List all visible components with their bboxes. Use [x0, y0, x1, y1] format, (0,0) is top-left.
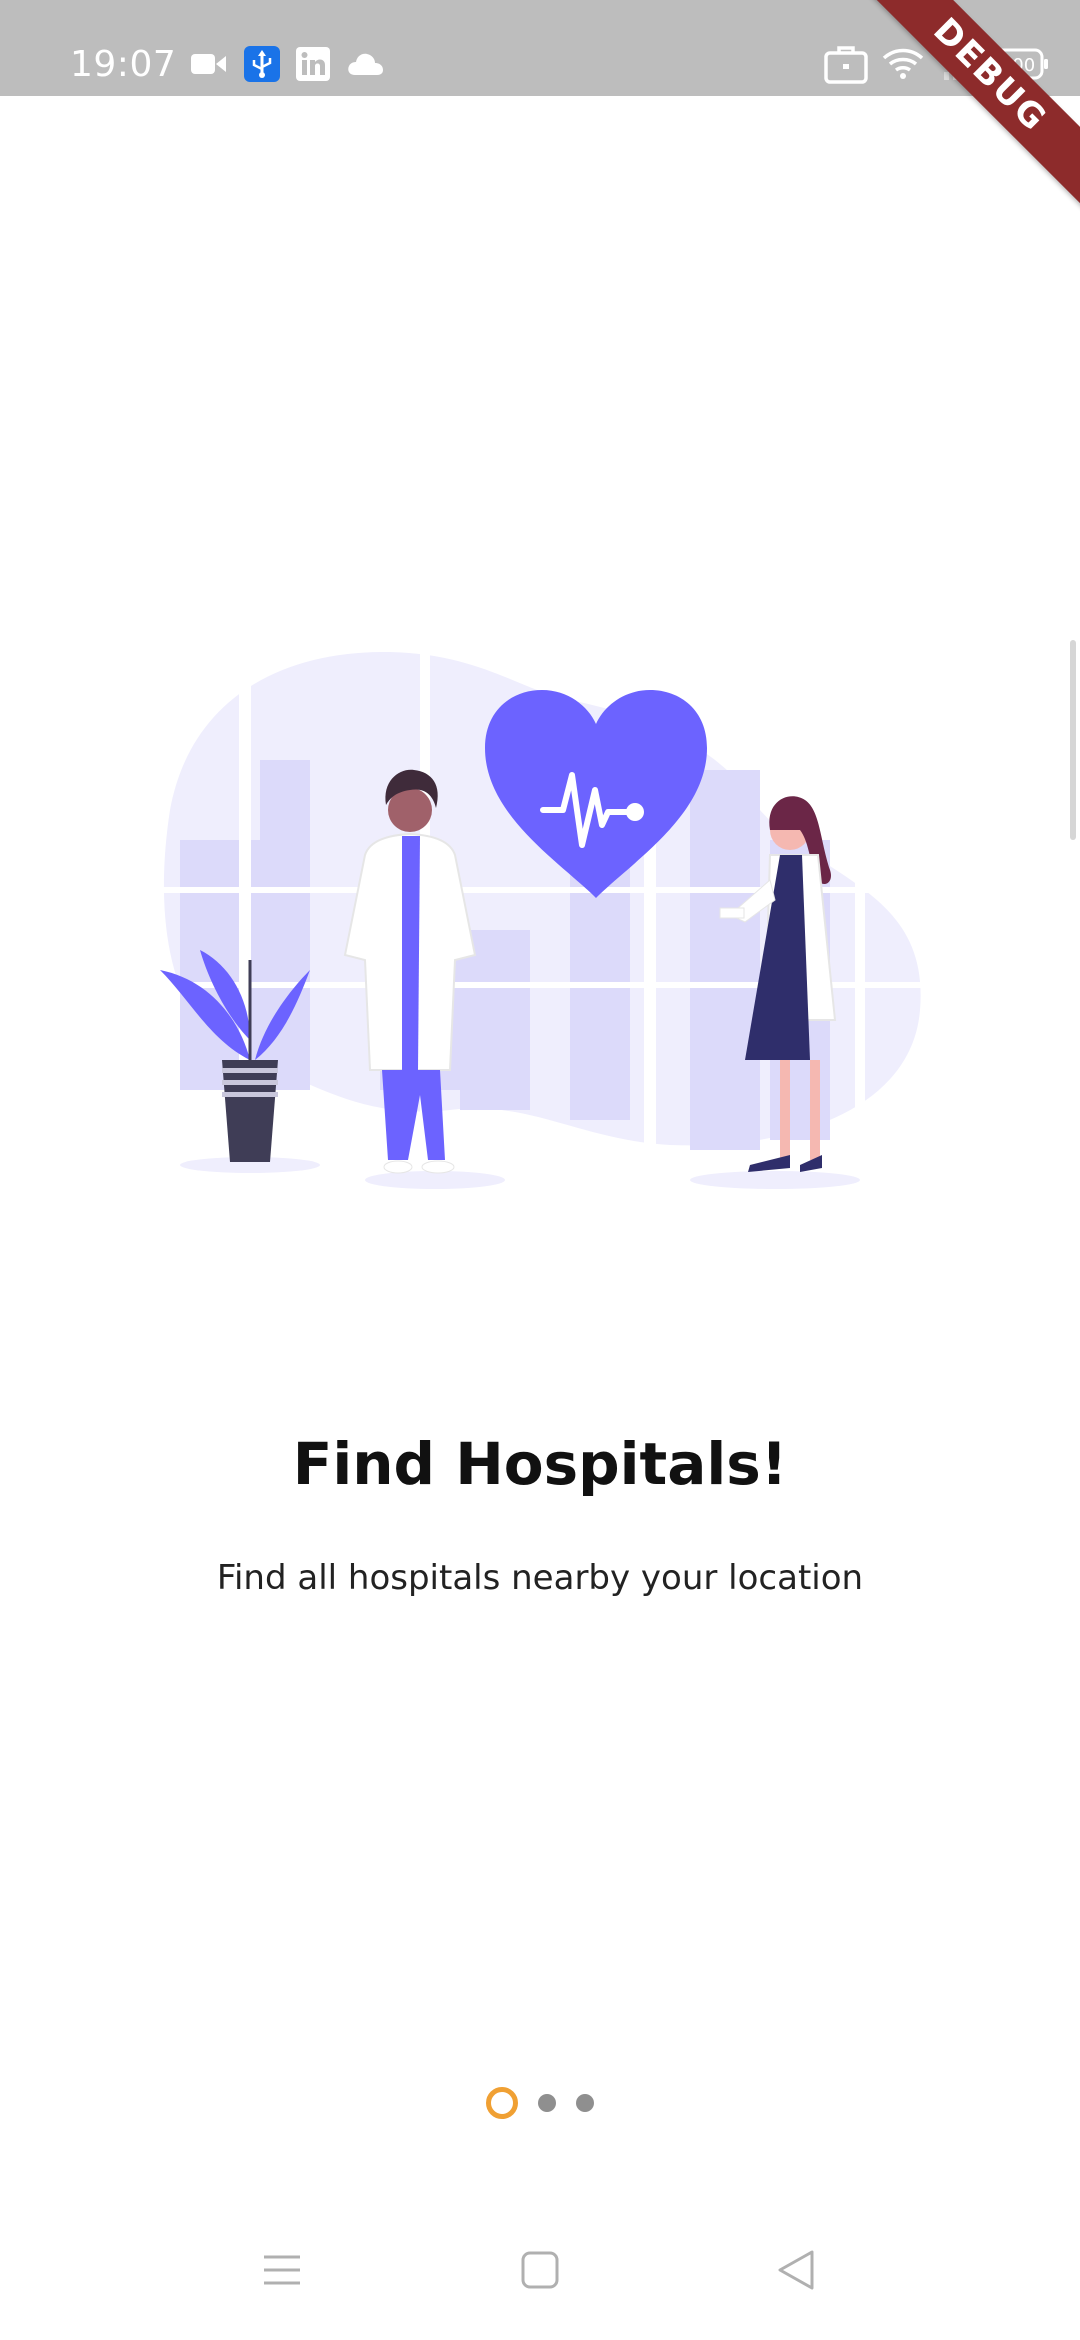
back-icon [776, 2248, 816, 2296]
page-dot-active[interactable] [486, 2087, 518, 2119]
onboarding-subtitle: Find all hospitals nearby your location [216, 1558, 864, 1598]
menu-icon [262, 2253, 302, 2291]
cloud-icon [346, 51, 384, 81]
scroll-indicator [1070, 640, 1076, 840]
onboarding-title: Find Hospitals! [292, 1430, 788, 1498]
home-icon [520, 2250, 560, 2294]
page-indicator [0, 2086, 1080, 2120]
doctors-heart-illustration [150, 640, 930, 1200]
wifi-icon [882, 46, 924, 86]
page-dot[interactable] [538, 2094, 556, 2112]
status-icons-left [190, 46, 384, 86]
onboarding-screen: 19:07 DEBUG Find Hospitals! Find all hos… [0, 0, 1080, 2340]
home-button[interactable] [500, 2240, 580, 2304]
usb-icon [244, 46, 280, 86]
page-dot[interactable] [576, 2094, 594, 2112]
video-icon [190, 50, 228, 82]
status-time: 19:07 [70, 44, 177, 85]
linkedin-icon [296, 47, 330, 85]
navigation-bar [0, 2200, 1080, 2340]
back-button[interactable] [756, 2240, 836, 2304]
briefcase-icon [824, 44, 868, 88]
recent-apps-button[interactable] [242, 2240, 322, 2304]
